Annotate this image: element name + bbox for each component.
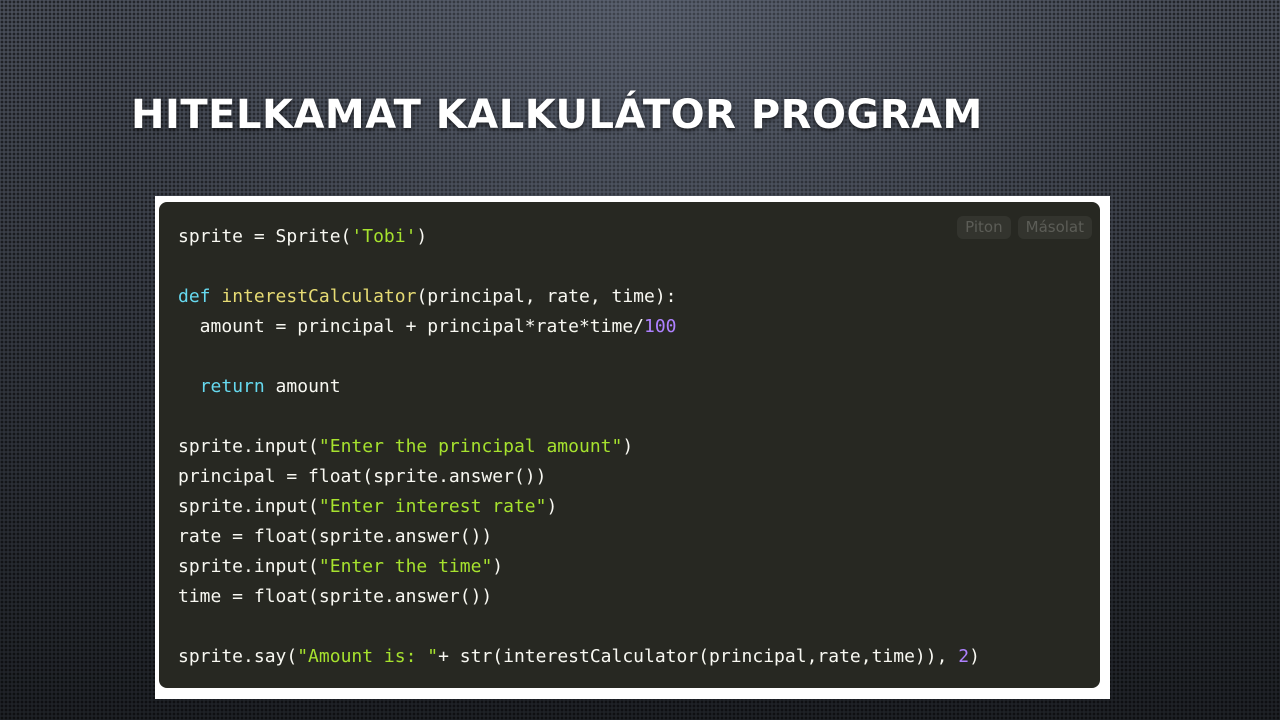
code-token: sprite = Sprite(	[178, 226, 352, 247]
copy-button[interactable]: Másolat	[1017, 216, 1092, 239]
code-token: sprite.input(	[178, 436, 319, 457]
code-token: principal = float(sprite.answer())	[178, 466, 547, 487]
slide-title: HITELKAMAT KALKULÁTOR PROGRAM	[131, 92, 983, 138]
code-line: sprite.say("Amount is: "+ str(interestCa…	[178, 642, 980, 672]
code-token: )	[546, 496, 558, 517]
code-token: time = float(sprite.answer())	[178, 586, 493, 607]
code-line: sprite.input("Enter the principal amount…	[178, 432, 980, 462]
code-line: def interestCalculator(principal, rate, …	[178, 282, 980, 312]
code-panel: Piton Másolat sprite = Sprite('Tobi') def…	[159, 202, 1100, 688]
code-line: time = float(sprite.answer())	[178, 582, 980, 612]
code-line: principal = float(sprite.answer())	[178, 462, 980, 492]
code-token: )	[622, 436, 634, 457]
code-line: sprite.input("Enter interest rate")	[178, 492, 980, 522]
string-token: 'Tobi'	[351, 226, 417, 247]
string-token: "Amount is: "	[297, 646, 439, 667]
code-token: sprite.input(	[178, 496, 319, 517]
code-line: rate = float(sprite.answer())	[178, 522, 980, 552]
code-token: sprite.say(	[178, 646, 298, 667]
code-token: amount	[264, 376, 341, 397]
code-token: )	[969, 646, 980, 667]
code-token: )	[416, 226, 428, 247]
code-line: amount = principal + principal*rate*time…	[178, 312, 980, 342]
code-block: sprite = Sprite('Tobi') def interestCalcu…	[178, 222, 980, 672]
keyword-token: return	[199, 376, 265, 397]
code-line: sprite = Sprite('Tobi')	[178, 222, 980, 252]
string-token: "Enter the principal amount"	[318, 436, 623, 457]
code-token: rate = float(sprite.answer())	[178, 526, 493, 547]
function-name-token: interestCalculator	[221, 286, 417, 307]
string-token: "Enter interest rate"	[318, 496, 547, 517]
code-token: sprite.input(	[178, 556, 319, 577]
code-token: (principal, rate, time):	[416, 286, 677, 307]
code-frame: Piton Másolat sprite = Sprite('Tobi') def…	[155, 196, 1110, 699]
code-token: amount = principal + principal*rate*time…	[178, 316, 644, 337]
code-line: sprite.input("Enter the time")	[178, 552, 980, 582]
string-token: "Enter the time"	[318, 556, 493, 577]
code-token: )	[492, 556, 504, 577]
number-token: 100	[644, 316, 677, 337]
code-token: + str(interestCalculator(principal,rate,…	[438, 646, 959, 667]
number-token: 2	[958, 646, 970, 667]
code-line: return amount	[178, 372, 980, 402]
keyword-token: def	[178, 286, 211, 307]
